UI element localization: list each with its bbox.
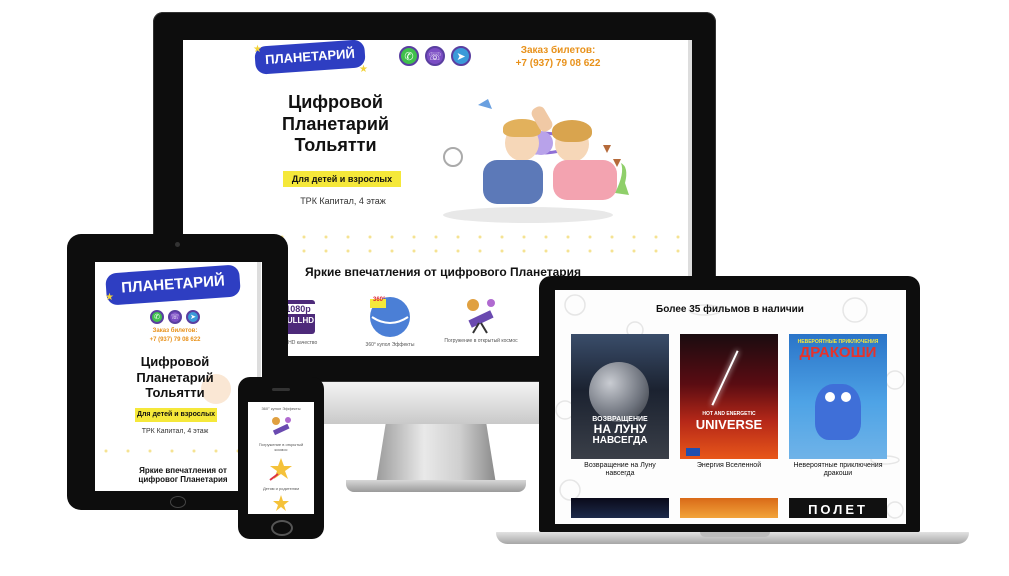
dinosaur-icon	[615, 163, 629, 195]
viber-icon[interactable]: ☏	[425, 46, 445, 66]
tablet-home-button[interactable]	[170, 496, 186, 508]
dragon-icon	[815, 384, 861, 440]
poster-title-line: НАВСЕГДА	[592, 434, 648, 446]
logo-star-icon: ★	[253, 44, 262, 55]
dragon-eye	[825, 392, 835, 402]
order-label: Заказ билетов:	[152, 328, 198, 334]
telescope-icon	[467, 299, 495, 334]
dragon-eye	[841, 392, 851, 402]
film-poster[interactable]: ПОЛЕТ	[789, 498, 887, 518]
imac-stand	[376, 424, 496, 484]
feature-caption: 360° купол Эффекты	[261, 406, 301, 411]
moon-icon	[589, 362, 649, 422]
film-poster[interactable]	[680, 498, 778, 518]
feature-caption: Погружение в открытый космос	[258, 442, 304, 452]
address: ТРК Капитал, 4 этаж	[300, 196, 386, 206]
film-poster[interactable]: ВОЗВРАЩЕНИЕ НА ЛУНУ НАВСЕГДА	[571, 334, 669, 459]
hero-title-line: Тольятти	[145, 385, 205, 401]
hero-badge: Для детей и взрослых	[135, 408, 217, 422]
poster-title-line: ДРАКОШИ	[799, 344, 877, 362]
stars-decoration	[95, 444, 262, 460]
film-poster[interactable]: НЕВЕРОЯТНЫЕ ПРИКЛЮЧЕНИЯ ДРАКОШИ	[789, 334, 887, 459]
viber-icon[interactable]: ☏	[168, 310, 182, 324]
hero-badge: Для детей и взрослых	[283, 171, 401, 187]
light-beam	[711, 350, 739, 406]
hero-title-line: Цифровой	[140, 354, 210, 369]
logo-star-icon: ★	[105, 292, 114, 303]
girl-shirt	[553, 160, 617, 200]
girl-hair	[552, 120, 592, 142]
desktop-logo[interactable]: ПЛАНЕТАРИЙ	[257, 42, 363, 72]
logo-text: ПЛАНЕТАРИЙ	[264, 45, 356, 68]
shooting-star-icon	[269, 458, 292, 481]
telegram-icon[interactable]: ➤	[451, 46, 471, 66]
phone-link[interactable]: +7 (937) 79 08 622	[508, 58, 608, 69]
hero-illustration	[443, 99, 629, 223]
poster-title-line: UNIVERSE	[695, 416, 763, 432]
tablet-page: ПЛАНЕТАРИЙ ★ ✆ ☏ ➤ Заказ билетов: +7 (93…	[95, 262, 262, 491]
tablet-logo[interactable]: ПЛАНЕТАРИЙ	[108, 267, 238, 303]
whatsapp-icon[interactable]: ✆	[399, 46, 419, 66]
hero-title: Цифровой Планетарий Тольятти	[263, 92, 408, 157]
film-caption[interactable]: Возвращение на Луну навсегда	[571, 462, 669, 479]
film-caption[interactable]: Энергия Вселенной	[680, 462, 778, 470]
hero-title: Цифровой Планетарий Тольятти	[105, 354, 245, 401]
feature-caption: 360° купол Эффекты	[365, 342, 415, 348]
hero-title-line: Планетарий	[136, 369, 214, 385]
laptop-page: Более 35 фильмов в наличии ВОЗВРАЩЕНИЕ Н…	[555, 290, 906, 524]
dome-360-label: 360°	[373, 297, 386, 303]
logo-star-icon: ★	[359, 64, 368, 75]
telegram-icon[interactable]: ➤	[186, 310, 200, 324]
whatsapp-icon[interactable]: ✆	[150, 310, 164, 324]
tablet-camera	[175, 242, 180, 247]
order-label: Заказ билетов:	[520, 45, 596, 56]
laptop-notch	[700, 532, 770, 537]
address: ТРК Капитал, 4 этаж	[141, 428, 209, 435]
telescope-icon	[272, 417, 291, 436]
floor-shadow	[443, 207, 613, 223]
star-icon	[273, 495, 289, 511]
film-poster[interactable]: HOT AND ENERGETIC UNIVERSE	[680, 334, 778, 459]
imac-foot	[346, 480, 526, 492]
ufo-icon	[443, 147, 463, 167]
logo-text: ПЛАНЕТАРИЙ	[120, 272, 226, 297]
phone-link[interactable]: +7 (937) 79 08 622	[135, 337, 215, 343]
film-poster[interactable]	[571, 498, 669, 518]
section-title: Яркие впечатления от цифровог Планетария	[138, 466, 228, 484]
section-title: Более 35 фильмов в наличии	[656, 304, 804, 315]
feature-caption: Погружение в открытый космос	[444, 338, 518, 344]
film-caption-text: Энергия Вселенной	[696, 462, 762, 469]
hero-title-line: Планетарий	[282, 113, 389, 134]
phone-page: 360° купол Эффекты Погружение в открытый…	[248, 402, 314, 514]
hero-title-line: Тольятти	[294, 135, 377, 156]
feature-caption: Детям и родителям	[262, 486, 300, 491]
hero-title-line: Цифровой	[288, 92, 383, 112]
film-caption[interactable]: Невероятные приключения дракоши	[789, 462, 887, 479]
boy-shirt	[483, 160, 543, 204]
phone-home-button[interactable]	[271, 520, 293, 536]
phone-speaker	[272, 388, 290, 391]
rocket-icon	[478, 99, 492, 109]
eu-flag-icon	[686, 448, 700, 456]
